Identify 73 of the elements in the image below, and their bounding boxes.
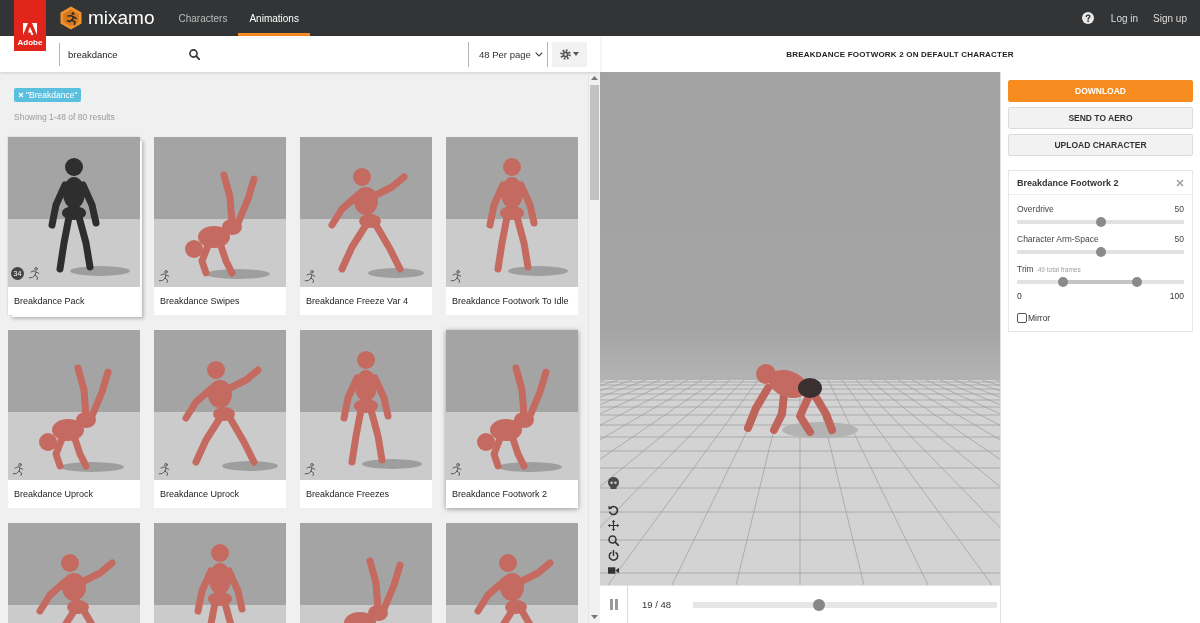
animation-card[interactable] bbox=[8, 523, 140, 623]
slider-value: 50 bbox=[1174, 234, 1184, 244]
animation-card[interactable]: Breakdance Uprock bbox=[154, 330, 286, 508]
running-figure-icon bbox=[304, 270, 316, 283]
running-figure-icon bbox=[450, 270, 462, 283]
slider-label: Overdrive bbox=[1017, 204, 1054, 214]
card-title: Breakdance Freezes bbox=[306, 489, 390, 499]
animation-card[interactable]: Breakdance Swipes bbox=[154, 137, 286, 315]
slider-thumb[interactable] bbox=[1095, 247, 1106, 257]
running-figure-icon bbox=[158, 463, 170, 476]
scroll-down-icon[interactable] bbox=[591, 615, 598, 619]
head-icon[interactable] bbox=[608, 477, 619, 489]
animation-card[interactable]: Breakdance Footwork 2 bbox=[446, 330, 578, 508]
a-logo-icon bbox=[23, 23, 37, 35]
preview-title: BREAKDANCE FOOTWORK 2 ON DEFAULT CHARACTER bbox=[786, 49, 1014, 59]
account-link[interactable]: Sign up bbox=[1153, 12, 1187, 24]
card-title: Breakdance Freeze Var 4 bbox=[306, 296, 408, 306]
settings-button[interactable] bbox=[552, 41, 587, 67]
zoom-icon[interactable] bbox=[608, 535, 619, 546]
animation-card[interactable]: Breakdance Uprock bbox=[8, 330, 140, 508]
slider-thumb[interactable] bbox=[1095, 217, 1106, 227]
slider-thumb[interactable] bbox=[1057, 277, 1068, 287]
card-title: Breakdance Footwork 2 bbox=[452, 489, 548, 499]
help-icon[interactable] bbox=[1081, 12, 1094, 24]
running-figure-icon bbox=[304, 463, 316, 476]
per-page-select[interactable]: 48 Per page bbox=[468, 41, 548, 67]
power-icon[interactable] bbox=[608, 550, 619, 561]
animation-card[interactable] bbox=[300, 523, 432, 623]
slider-value: 50 bbox=[1174, 204, 1184, 214]
adobe-badge[interactable]: Adobe bbox=[14, 0, 46, 51]
action-button[interactable]: UPLOAD CHARACTER bbox=[1008, 134, 1193, 156]
card-title: Breakdance Uprock bbox=[160, 489, 240, 499]
brand-name: Adobe bbox=[17, 38, 43, 47]
animation-card[interactable]: Breakdance Freeze Var 4 bbox=[300, 137, 432, 315]
running-figure-icon bbox=[158, 270, 170, 283]
caret-down-icon bbox=[573, 52, 579, 56]
range-max: 100 bbox=[1169, 291, 1184, 301]
chevron-down-icon bbox=[535, 51, 543, 57]
range-min: 0 bbox=[1017, 291, 1022, 301]
settings-icon bbox=[560, 48, 571, 60]
logo-wordmark[interactable]: mixamo bbox=[88, 7, 155, 29]
rotate-icon[interactable] bbox=[608, 505, 619, 516]
checkbox-label: Mirror bbox=[1028, 313, 1051, 323]
card-title: Breakdance Swipes bbox=[160, 296, 240, 306]
slider-label: Trim bbox=[1017, 264, 1034, 274]
animation-card[interactable] bbox=[446, 523, 578, 623]
frame-counter: 19 / 48 bbox=[642, 599, 672, 610]
slider-thumb[interactable] bbox=[1131, 277, 1142, 287]
animation-card[interactable]: Breakdance Footwork To Idle bbox=[446, 137, 578, 315]
running-figure-icon bbox=[12, 463, 24, 476]
search-icon[interactable] bbox=[189, 48, 200, 60]
mirror-checkbox[interactable] bbox=[1017, 313, 1027, 323]
move-icon[interactable] bbox=[608, 520, 619, 531]
slider-label: Character Arm-Space bbox=[1017, 234, 1099, 244]
nav-tab[interactable]: Characters bbox=[167, 0, 239, 36]
scroll-up-icon[interactable] bbox=[591, 76, 598, 80]
card-title: Breakdance Uprock bbox=[14, 489, 94, 499]
account-link[interactable]: Log in bbox=[1110, 12, 1139, 24]
hexagon-logo-icon[interactable] bbox=[60, 6, 82, 30]
action-button[interactable]: SEND TO AERO bbox=[1008, 107, 1193, 129]
settings-title: Breakdance Footwork 2 bbox=[1017, 178, 1119, 188]
card-title: Breakdance Pack bbox=[14, 296, 85, 306]
running-figure-icon bbox=[450, 463, 462, 476]
animation-card[interactable] bbox=[154, 523, 286, 623]
camera-icon[interactable] bbox=[608, 565, 619, 576]
scrollbar[interactable] bbox=[588, 72, 600, 623]
running-figure-icon bbox=[28, 267, 40, 280]
card-title: Breakdance Footwork To Idle bbox=[452, 296, 569, 306]
scrollbar-thumb[interactable] bbox=[590, 85, 599, 200]
results-summary: Showing 1-48 of 80 results bbox=[14, 112, 115, 122]
close-icon[interactable] bbox=[1176, 179, 1184, 187]
timeline-thumb[interactable] bbox=[812, 598, 825, 611]
animation-card[interactable]: Breakdance Freezes bbox=[300, 330, 432, 508]
